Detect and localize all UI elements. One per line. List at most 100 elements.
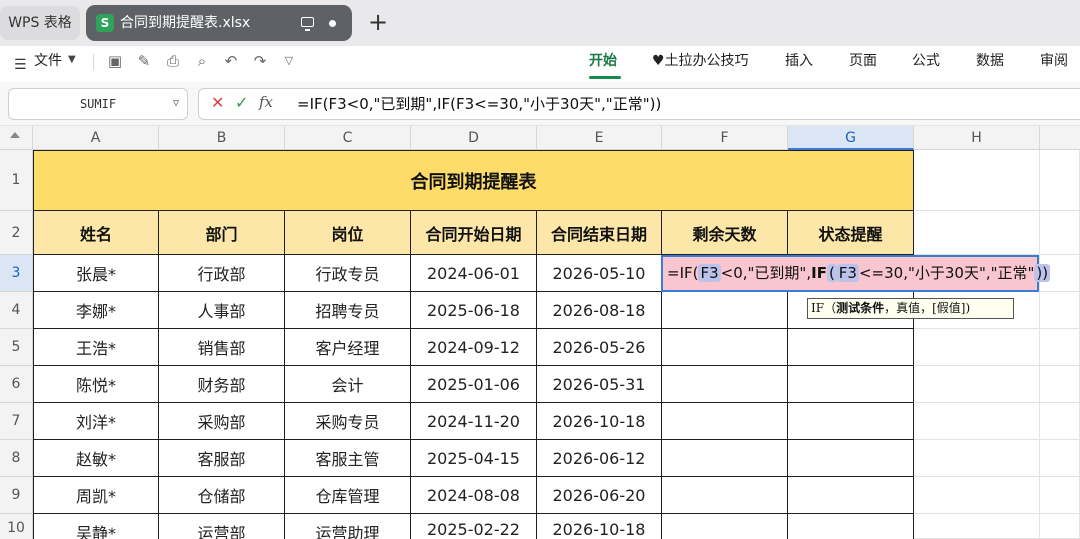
table-cell[interactable]: 2025-01-06 [411, 366, 537, 403]
empty-cell[interactable] [914, 366, 1040, 403]
table-cell[interactable] [788, 440, 914, 477]
tab-custom[interactable]: ♥土拉办公技巧 [652, 46, 749, 76]
table-cell[interactable]: 2024-11-20 [411, 403, 537, 440]
row-header-3[interactable]: 3 [0, 255, 33, 292]
column-header-d[interactable]: D [411, 126, 537, 150]
table-cell[interactable]: 2024-06-01 [411, 255, 537, 292]
empty-cell[interactable] [914, 403, 1040, 440]
header-cell[interactable]: 部门 [159, 211, 285, 255]
table-cell[interactable]: 赵敏* [33, 440, 159, 477]
empty-cell[interactable] [1040, 440, 1080, 477]
wps-home-tab[interactable]: WPS 表格 [0, 6, 80, 40]
table-cell[interactable]: 刘洋* [33, 403, 159, 440]
column-header-h[interactable]: H [914, 126, 1040, 150]
table-cell[interactable]: 销售部 [159, 329, 285, 366]
table-cell[interactable]: 2026-10-18 [537, 514, 662, 539]
table-cell[interactable]: 王浩* [33, 329, 159, 366]
file-menu[interactable]: 文件 [34, 46, 62, 76]
column-header-a[interactable]: A [33, 126, 159, 150]
table-cell[interactable]: 财务部 [159, 366, 285, 403]
table-cell[interactable]: 2024-09-12 [411, 329, 537, 366]
print-preview-icon[interactable]: ⌕ [193, 52, 211, 70]
save-icon[interactable]: ▣ [106, 52, 124, 70]
header-cell[interactable]: 姓名 [33, 211, 159, 255]
editing-cell-f3[interactable]: =IF(F3 <0,"已到期",IF(F3 <=30,"小于30天","正常")) [661, 255, 1051, 292]
confirm-icon[interactable]: ✓ [235, 93, 248, 112]
more-chevron-down-icon[interactable]: ▽ [280, 52, 298, 70]
table-cell[interactable]: 张晨* [33, 255, 159, 292]
empty-cell[interactable] [914, 477, 1040, 514]
redo-icon[interactable]: ↷ [251, 52, 269, 70]
table-cell[interactable]: 2026-10-18 [537, 403, 662, 440]
table-cell[interactable] [662, 514, 788, 539]
table-cell[interactable]: 客服主管 [285, 440, 411, 477]
empty-cell[interactable] [1040, 477, 1080, 514]
empty-cell[interactable] [914, 514, 1040, 539]
table-cell[interactable]: 运营部 [159, 514, 285, 539]
table-cell[interactable] [662, 329, 788, 366]
insert-function-icon[interactable]: fx [259, 93, 273, 111]
unsaved-dot-icon[interactable] [329, 20, 336, 27]
column-header-i[interactable] [1040, 126, 1080, 150]
table-cell[interactable]: 2025-02-22 [411, 514, 537, 539]
table-cell[interactable]: 客服部 [159, 440, 285, 477]
empty-cell[interactable] [1040, 366, 1080, 403]
select-all-corner[interactable] [0, 126, 33, 150]
table-cell[interactable]: 采购部 [159, 403, 285, 440]
column-header-f[interactable]: F [662, 126, 788, 150]
tab-insert[interactable]: 插入 [785, 46, 813, 76]
file-menu-chevron-down-icon[interactable]: ▼ [68, 54, 76, 65]
tab-formulas[interactable]: 公式 [912, 46, 940, 76]
table-cell[interactable] [788, 366, 914, 403]
formula-text[interactable]: =IF(F3<0,"已到期",IF(F3<=30,"小于30天","正常")) [297, 89, 661, 119]
table-cell[interactable]: 2026-08-18 [537, 292, 662, 329]
empty-cell[interactable] [914, 211, 1040, 255]
empty-cell[interactable] [914, 329, 1040, 366]
table-cell[interactable]: 仓储部 [159, 477, 285, 514]
name-box[interactable]: SUMIF ▽ [8, 88, 188, 120]
table-cell[interactable]: 2026-05-10 [537, 255, 662, 292]
row-header-1[interactable]: 1 [0, 150, 33, 211]
column-header-g[interactable]: G [788, 126, 914, 150]
row-header-5[interactable]: 5 [0, 329, 33, 366]
table-cell[interactable] [662, 292, 788, 329]
formula-input[interactable]: ✕ ✓ fx =IF(F3<0,"已到期",IF(F3<=30,"小于30天",… [198, 88, 1080, 120]
table-cell[interactable]: 李娜* [33, 292, 159, 329]
header-cell[interactable]: 状态提醒 [788, 211, 914, 255]
tab-review[interactable]: 审阅 [1040, 46, 1068, 76]
table-cell[interactable]: 采购专员 [285, 403, 411, 440]
table-cell[interactable]: 人事部 [159, 292, 285, 329]
hamburger-menu-icon[interactable]: ☰ [14, 57, 27, 73]
header-cell[interactable]: 剩余天数 [662, 211, 788, 255]
table-cell[interactable]: 运营助理 [285, 514, 411, 539]
new-tab-plus-icon[interactable]: + [366, 8, 390, 36]
table-cell[interactable]: 招聘专员 [285, 292, 411, 329]
empty-cell[interactable] [1040, 403, 1080, 440]
table-cell[interactable]: 行政部 [159, 255, 285, 292]
row-header-9[interactable]: 9 [0, 477, 33, 514]
row-header-4[interactable]: 4 [0, 292, 33, 329]
column-header-b[interactable]: B [159, 126, 285, 150]
cancel-icon[interactable]: ✕ [211, 93, 224, 112]
table-cell[interactable]: 2026-06-20 [537, 477, 662, 514]
table-cell[interactable]: 2026-05-31 [537, 366, 662, 403]
row-header-6[interactable]: 6 [0, 366, 33, 403]
row-header-8[interactable]: 8 [0, 440, 33, 477]
empty-cell[interactable] [1040, 211, 1080, 255]
table-cell[interactable]: 仓库管理 [285, 477, 411, 514]
table-cell[interactable]: 周凯* [33, 477, 159, 514]
empty-cell[interactable] [1040, 150, 1080, 211]
table-cell[interactable]: 2025-06-18 [411, 292, 537, 329]
table-cell[interactable]: 2025-04-15 [411, 440, 537, 477]
header-cell[interactable]: 合同开始日期 [411, 211, 537, 255]
header-cell[interactable]: 岗位 [285, 211, 411, 255]
document-tab[interactable]: S 合同到期提醒表.xlsx [86, 5, 352, 41]
header-cell[interactable]: 合同结束日期 [537, 211, 662, 255]
table-cell[interactable] [788, 514, 914, 539]
row-header-7[interactable]: 7 [0, 403, 33, 440]
table-cell[interactable]: 2026-05-26 [537, 329, 662, 366]
undo-icon[interactable]: ↶ [222, 52, 240, 70]
table-cell[interactable]: 会计 [285, 366, 411, 403]
table-cell[interactable]: 吴静* [33, 514, 159, 539]
table-cell[interactable]: 2024-08-08 [411, 477, 537, 514]
